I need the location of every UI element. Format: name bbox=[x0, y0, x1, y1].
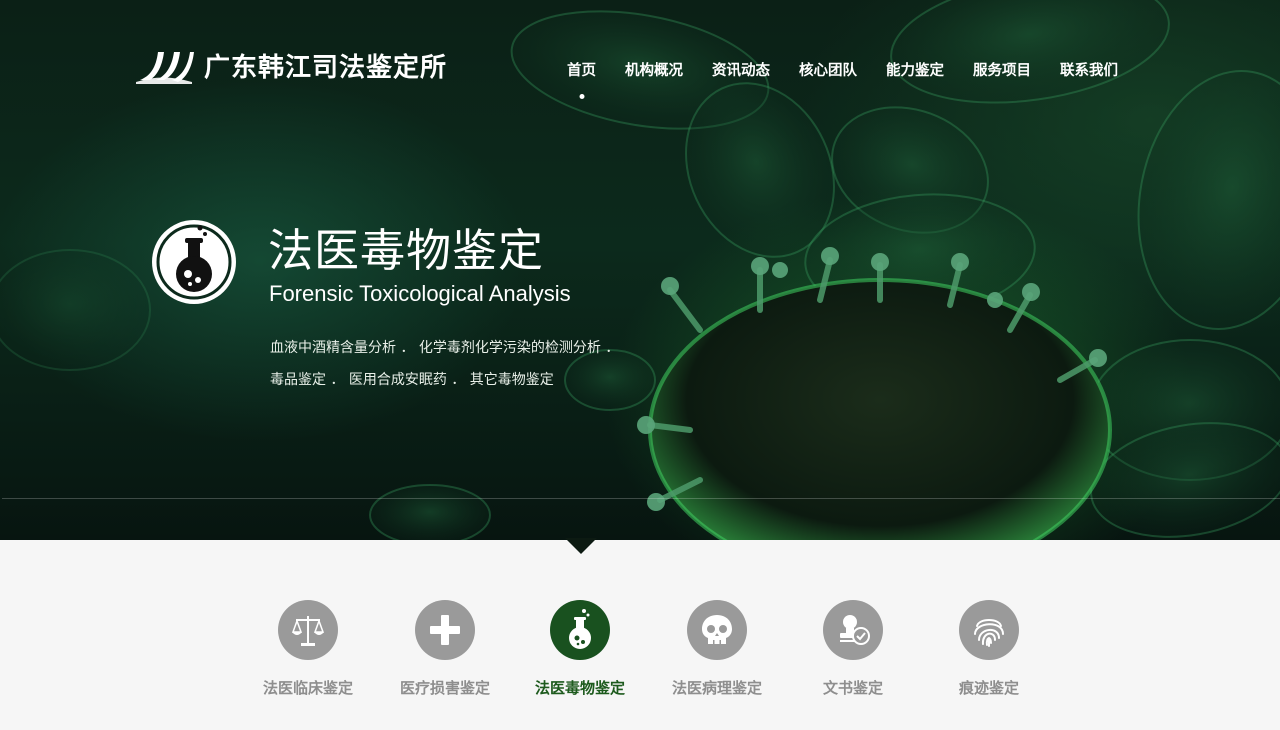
active-service-pointer bbox=[565, 538, 597, 554]
skull-icon bbox=[702, 615, 732, 644]
nav-item-label: 服务项目 bbox=[973, 63, 1031, 79]
service-medical-damage[interactable]: 医疗损害鉴定 bbox=[380, 600, 510, 698]
service-document[interactable]: 文书鉴定 bbox=[788, 600, 918, 698]
service-icon-circle bbox=[823, 600, 883, 660]
fingerprint-icon bbox=[974, 619, 1004, 647]
service-label: 法医病理鉴定 bbox=[671, 679, 762, 697]
nav-item-capability[interactable]: 能力鉴定 bbox=[886, 59, 944, 80]
service-label: 法医临床鉴定 bbox=[262, 679, 353, 697]
service-label: 医疗损害鉴定 bbox=[399, 679, 490, 697]
nav-item-label: 核心团队 bbox=[799, 63, 857, 79]
medical-cross-icon bbox=[430, 615, 460, 645]
nav-item-label: 机构概况 bbox=[625, 63, 683, 79]
brand-logo[interactable]: 广东韩江司法鉴定所 bbox=[136, 46, 447, 84]
active-indicator-dot bbox=[579, 94, 584, 99]
hero-title: 法医毒物鉴定 bbox=[268, 224, 545, 277]
service-icon-circle bbox=[278, 600, 338, 660]
nav-item-label: 资讯动态 bbox=[712, 63, 770, 79]
service-toxicology[interactable]: 法医毒物鉴定 bbox=[515, 600, 645, 698]
nav-item-services[interactable]: 服务项目 bbox=[973, 59, 1031, 80]
nav-item-news[interactable]: 资讯动态 bbox=[712, 59, 770, 80]
service-label: 文书鉴定 bbox=[822, 679, 883, 697]
nav-item-team[interactable]: 核心团队 bbox=[799, 59, 857, 80]
service-label: 法医毒物鉴定 bbox=[534, 679, 625, 697]
service-trace[interactable]: 痕迹鉴定 bbox=[924, 600, 1054, 698]
hero-subtitle: Forensic Toxicological Analysis bbox=[269, 281, 571, 306]
flask-icon bbox=[569, 609, 591, 649]
document-verify-icon bbox=[840, 615, 870, 645]
hero-banner: 广东韩江司法鉴定所 首页 机构概况 资讯动态 核心团队 能力鉴定 服务项目 联系… bbox=[0, 0, 1280, 540]
flask-icon bbox=[152, 220, 236, 304]
logo-mark-icon bbox=[136, 52, 194, 84]
service-pathology[interactable]: 法医病理鉴定 bbox=[652, 600, 782, 698]
service-icon-circle bbox=[550, 600, 610, 660]
nav-item-about[interactable]: 机构概况 bbox=[625, 59, 683, 80]
hero-divider bbox=[2, 498, 1280, 499]
service-icon-circle bbox=[415, 600, 475, 660]
main-nav: 首页 机构概况 资讯动态 核心团队 能力鉴定 服务项目 联系我们 bbox=[560, 59, 1147, 99]
nav-item-label: 首页 bbox=[567, 63, 596, 79]
service-label: 痕迹鉴定 bbox=[958, 679, 1019, 697]
brand-name: 广东韩江司法鉴定所 bbox=[204, 52, 448, 83]
nav-item-label: 联系我们 bbox=[1060, 63, 1118, 79]
service-icon-circle bbox=[687, 600, 747, 660]
nav-item-label: 能力鉴定 bbox=[886, 63, 944, 79]
nav-item-contact[interactable]: 联系我们 bbox=[1060, 59, 1118, 80]
service-clinical[interactable]: 法医临床鉴定 bbox=[243, 600, 373, 698]
service-icon-circle bbox=[959, 600, 1019, 660]
nav-item-home[interactable]: 首页 bbox=[567, 59, 596, 99]
hero-description-line-1: 血液中酒精含量分析 ． 化学毒剂化学污染的检测分析 ． bbox=[270, 340, 620, 356]
scales-icon bbox=[291, 616, 325, 646]
hero-description-line-2: 毒品鉴定 ． 医用合成安眠药 ． 其它毒物鉴定 bbox=[270, 372, 554, 388]
service-strip: 法医临床鉴定 医疗损害鉴定 法医毒物鉴定 法医病理鉴定 文书鉴定 痕迹鉴定 bbox=[0, 600, 1280, 710]
